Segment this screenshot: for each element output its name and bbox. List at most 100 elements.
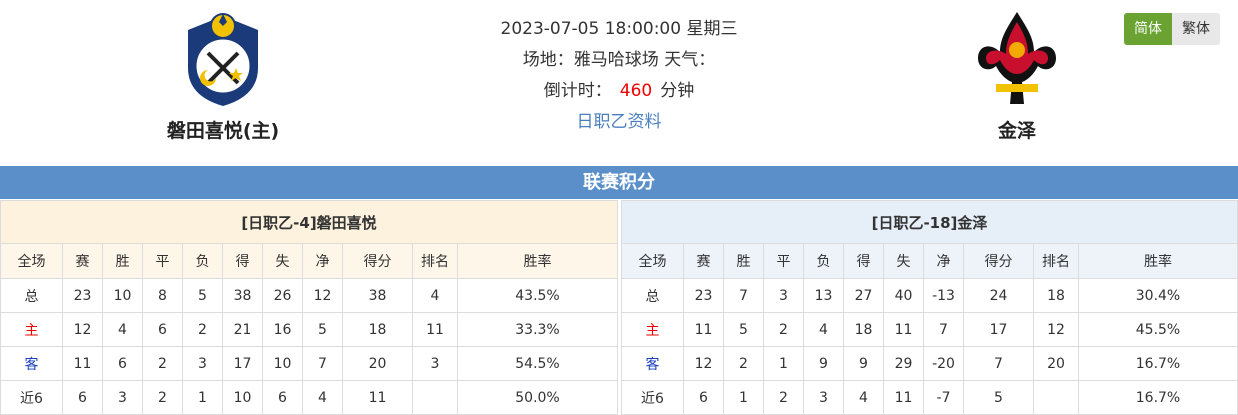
table-cell: 43.5% (457, 278, 618, 313)
table-row: 近6 6 3 2 1 10 6 4 11 50.0% (0, 380, 618, 415)
column-header: 胜率 (457, 243, 618, 279)
column-header: 负 (182, 243, 223, 279)
away-standings-body: 总 23 7 3 13 27 40 -13 24 18 30.4% 主 11 5 2 4 18 11 7 17 12 45… (621, 278, 1238, 415)
table-cell (1033, 380, 1079, 415)
table-cell: 4 (102, 312, 143, 347)
table-cell: 13 (803, 278, 844, 313)
column-header: 全场 (0, 243, 63, 279)
table-row: 总 23 7 3 13 27 40 -13 24 18 30.4% (621, 278, 1238, 313)
table-cell: 3 (763, 278, 804, 313)
column-header: 胜 (723, 243, 764, 279)
table-cell: 38 (222, 278, 263, 313)
table-cell: 3 (412, 346, 458, 381)
table-cell: 6 (142, 312, 183, 347)
match-header: 磐田喜悦(主) 2023-07-05 18:00:00 星期三 场地：雅马哈球场… (0, 0, 1238, 165)
table-cell: 6 (683, 380, 724, 415)
table-cell: 18 (1033, 278, 1079, 313)
table-cell: 11 (883, 380, 924, 415)
table-cell: 1 (723, 380, 764, 415)
table-cell: 10 (102, 278, 143, 313)
column-header: 负 (803, 243, 844, 279)
match-venue: 场地：雅马哈球场 天气： (522, 50, 716, 70)
table-cell: 20 (1033, 346, 1079, 381)
table-cell: -7 (923, 380, 964, 415)
table-cell: 7 (923, 312, 964, 347)
away-team: 金泽 (937, 8, 1097, 143)
match-datetime: 2023-07-05 18:00:00 星期三 (500, 19, 738, 39)
table-cell: 12 (683, 346, 724, 381)
countdown-value: 460 (619, 81, 653, 101)
table-cell: 27 (843, 278, 884, 313)
table-cell: -20 (923, 346, 964, 381)
row-label: 主 (621, 312, 684, 347)
league-info-link[interactable]: 日职乙资料 (577, 112, 662, 132)
table-cell: 11 (683, 312, 724, 347)
table-row: 客 11 6 2 3 17 10 7 20 3 54.5% (0, 346, 618, 381)
table-cell: 11 (883, 312, 924, 347)
table-cell: 6 (102, 346, 143, 381)
table-cell: 5 (723, 312, 764, 347)
column-header: 净 (302, 243, 343, 279)
table-cell: 33.3% (457, 312, 618, 347)
home-standings-panel: [日职乙-4]磐田喜悦 全场 赛 胜 平 负 得 失 净 得分 排名 胜率 总2… (0, 200, 618, 415)
column-header: 全场 (621, 243, 684, 279)
table-cell: 2 (763, 380, 804, 415)
table-cell: 24 (963, 278, 1034, 313)
table-cell: 9 (803, 346, 844, 381)
table-cell: 7 (723, 278, 764, 313)
column-header: 赛 (62, 243, 103, 279)
row-label: 客 (0, 346, 63, 381)
away-column-headers: 全场 赛 胜 平 负 得 失 净 得分 排名 胜率 (621, 243, 1238, 279)
table-cell: 18 (843, 312, 884, 347)
table-cell: 3 (182, 346, 223, 381)
column-header: 得分 (963, 243, 1034, 279)
table-cell: 26 (262, 278, 303, 313)
away-standings-table: [日职乙-18]金泽 全场 赛 胜 平 负 得 失 净 得分 排名 胜率 总 23… (621, 200, 1238, 415)
table-cell: 12 (302, 278, 343, 313)
table-cell (412, 380, 458, 415)
table-cell: 2 (723, 346, 764, 381)
simplified-chinese-button[interactable]: 简体 (1124, 13, 1172, 45)
column-header: 排名 (412, 243, 458, 279)
table-cell: 8 (142, 278, 183, 313)
column-header: 胜率 (1078, 243, 1238, 279)
row-label: 近6 (621, 380, 684, 415)
row-label: 主 (0, 312, 63, 347)
match-info: 2023-07-05 18:00:00 星期三 场地：雅马哈球场 天气： 倒计时… (430, 14, 808, 138)
section-title: 联赛积分 (0, 166, 1238, 199)
away-team-name: 金泽 (997, 120, 1036, 142)
column-header: 净 (923, 243, 964, 279)
table-cell: 9 (843, 346, 884, 381)
home-standings-table: [日职乙-4]磐田喜悦 全场 赛 胜 平 负 得 失 净 得分 排名 胜率 总2… (0, 200, 618, 415)
column-header: 平 (142, 243, 183, 279)
table-cell: 10 (262, 346, 303, 381)
table-cell: -13 (923, 278, 964, 313)
table-cell: 6 (262, 380, 303, 415)
column-header: 得 (222, 243, 263, 279)
away-team-logo[interactable] (972, 8, 1062, 108)
table-cell: 6 (62, 380, 103, 415)
column-header: 失 (883, 243, 924, 279)
home-team: 磐田喜悦(主) (143, 8, 303, 143)
table-cell: 4 (803, 312, 844, 347)
column-header: 平 (763, 243, 804, 279)
table-row: 主 12 4 6 2 21 16 5 18 11 33.3% (0, 312, 618, 347)
table-row: 近6 6 1 2 3 4 11 -7 5 16.7% (621, 380, 1238, 415)
traditional-chinese-button[interactable]: 繁体 (1172, 13, 1220, 45)
table-cell: 11 (412, 312, 458, 347)
column-header: 得 (843, 243, 884, 279)
table-cell: 2 (142, 346, 183, 381)
column-header: 赛 (683, 243, 724, 279)
table-cell: 1 (763, 346, 804, 381)
table-cell: 7 (963, 346, 1034, 381)
table-cell: 21 (222, 312, 263, 347)
table-cell: 45.5% (1078, 312, 1238, 347)
table-cell: 17 (222, 346, 263, 381)
table-cell: 29 (883, 346, 924, 381)
table-cell: 1 (182, 380, 223, 415)
table-cell: 4 (412, 278, 458, 313)
table-cell: 38 (342, 278, 413, 313)
home-team-logo[interactable] (178, 8, 268, 108)
countdown-unit: 分钟 (660, 81, 695, 101)
table-cell: 12 (1033, 312, 1079, 347)
